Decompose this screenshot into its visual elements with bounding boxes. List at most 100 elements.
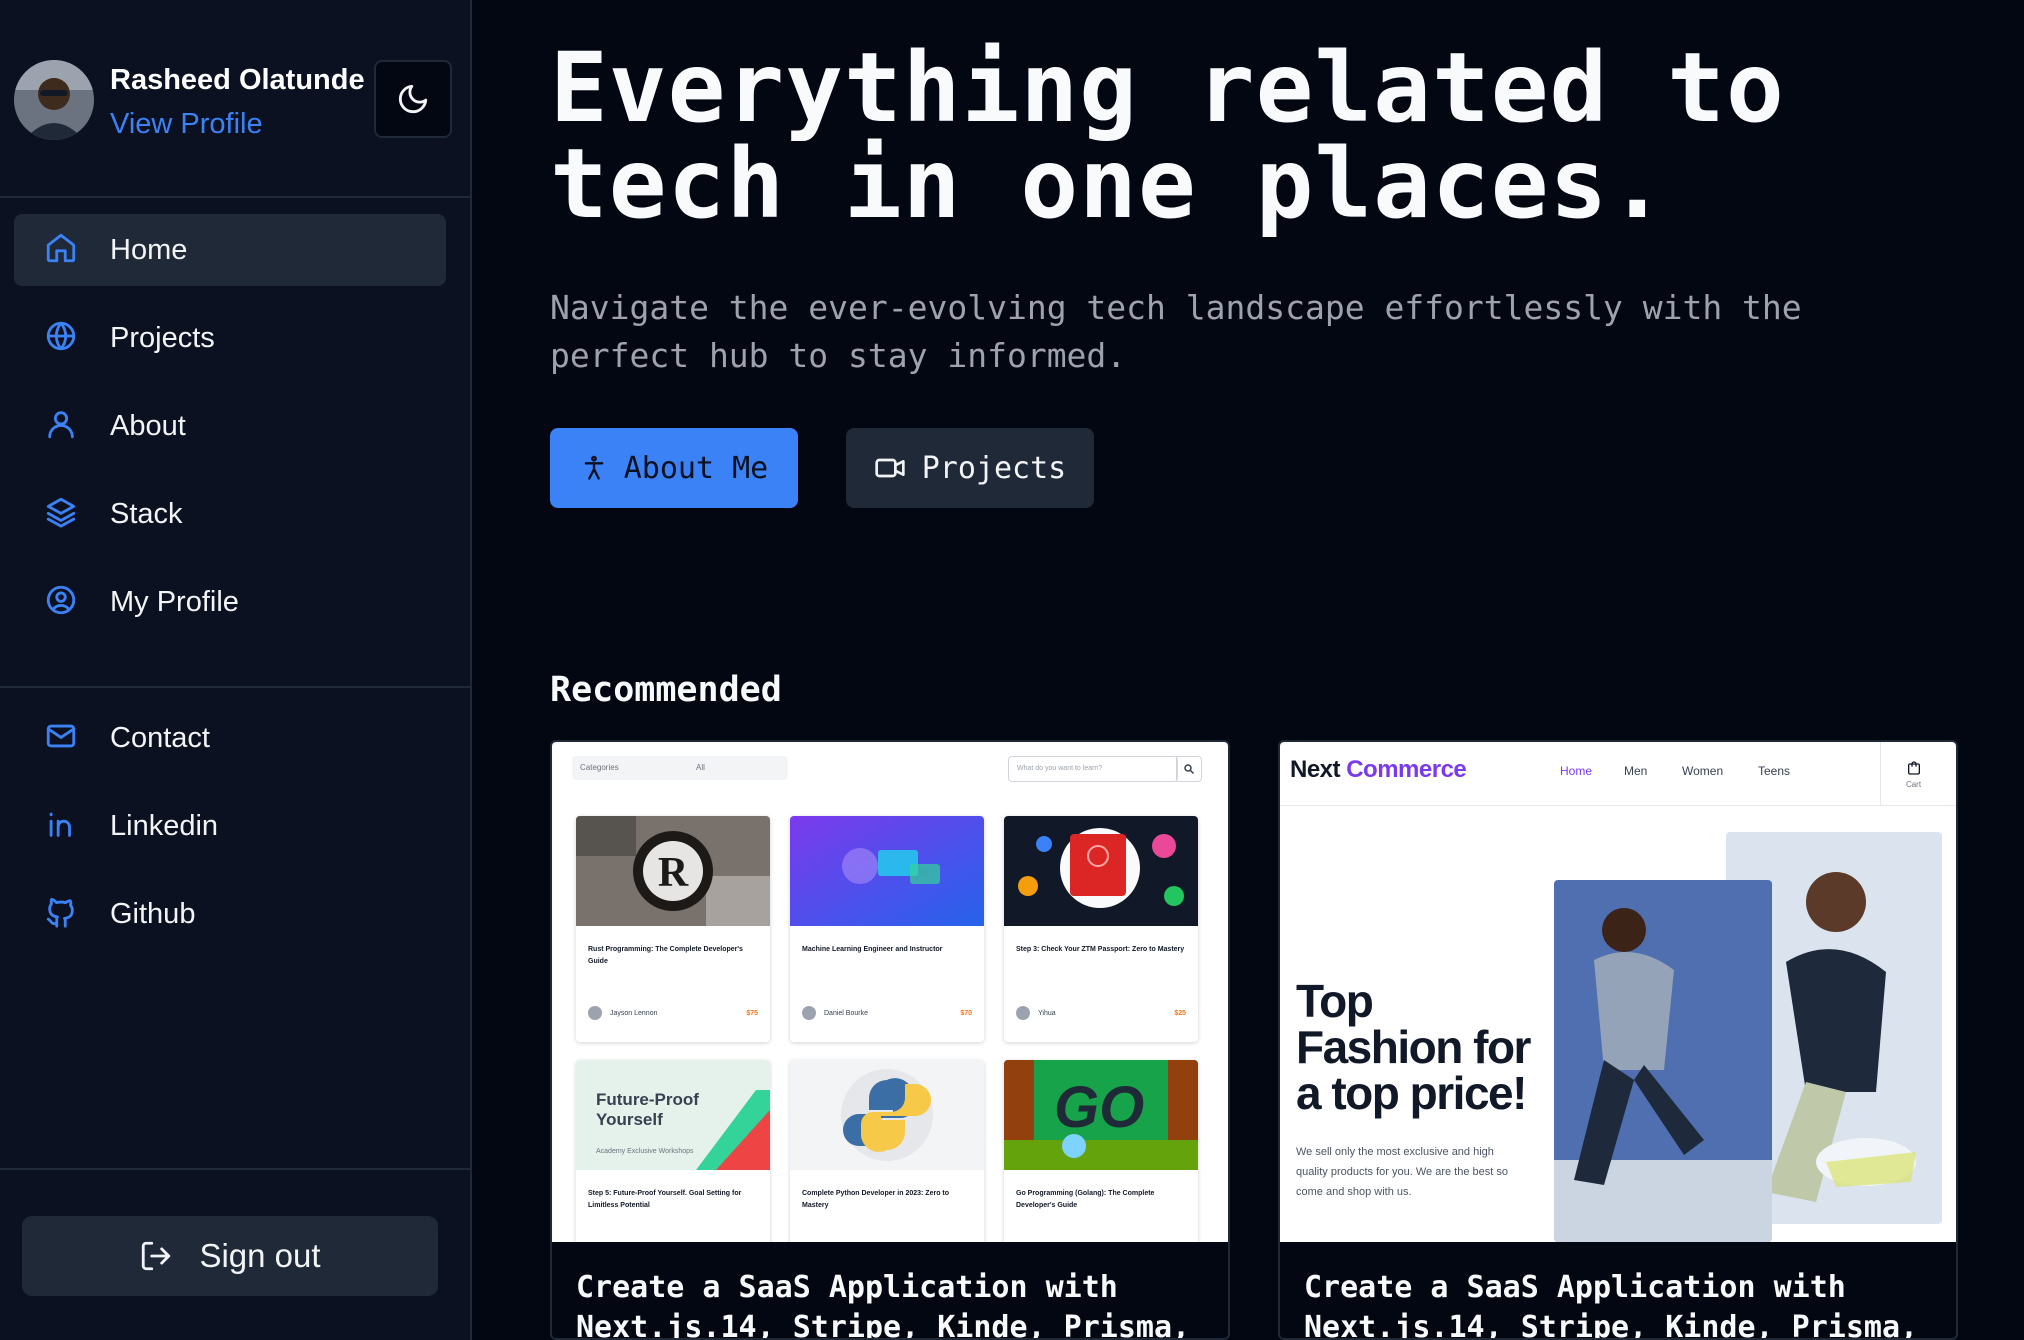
hero-subtitle: Navigate the ever-evolving tech landscap…	[550, 288, 1802, 375]
commerce-nav-home: Home	[1560, 764, 1593, 778]
layers-icon	[46, 497, 76, 528]
card-thumbnail: Categories All What do you want to learn…	[552, 742, 1228, 1242]
card-title: Create a SaaS Application with Next.js.1…	[576, 1270, 1191, 1340]
course-card: GO Go Programming (Golang): The Complete…	[1004, 1060, 1198, 1242]
video-icon	[875, 458, 905, 478]
commerce-description: We sell only the most exclusive and high…	[1296, 1146, 1508, 1198]
sidebar-item-label: My Profile	[110, 585, 239, 618]
course-price: $25	[1174, 1010, 1186, 1017]
log-out-icon	[142, 1241, 171, 1271]
main-content: Everything related to tech in one places…	[472, 0, 2024, 1340]
search-icon	[1176, 756, 1202, 782]
commerce-logo: Next Commerce	[1290, 756, 1467, 784]
home-icon	[46, 233, 76, 263]
future-proof-caption: Academy Exclusive Workshops	[596, 1148, 694, 1155]
commerce-headline: Top Fashion for a top price!	[1296, 975, 1531, 1119]
linkedin-icon	[49, 812, 71, 837]
sidebar-divider	[0, 686, 470, 688]
view-profile-link[interactable]: View Profile	[110, 108, 263, 141]
commerce-nav-women: Women	[1682, 764, 1724, 778]
course-card: R Rust Programming: The Complete Develop…	[576, 816, 770, 1042]
sidebar-item-home[interactable]: Home	[14, 214, 446, 286]
sidebar-item-label: Github	[110, 897, 196, 930]
recommended-card[interactable]: Categories All What do you want to learn…	[550, 740, 1230, 1340]
course-name: Machine Learning Engineer and Instructor	[802, 946, 943, 953]
about-me-button[interactable]: About Me	[550, 428, 798, 508]
recommended-card[interactable]: Next Commerce Home Men Women Teens Cart …	[1278, 740, 1958, 1340]
future-proof-heading: Future-Proof Yourself	[596, 1090, 699, 1129]
shopping-bag-icon	[1907, 760, 1920, 775]
sidebar-item-github[interactable]: Github	[14, 878, 446, 950]
theme-toggle-button[interactable]	[374, 60, 452, 138]
course-author: Yihua	[1038, 1010, 1056, 1017]
secondary-nav: Contact Linkedin Github	[14, 702, 446, 966]
sidebar-item-my-profile[interactable]: My Profile	[14, 566, 446, 638]
sign-out-button[interactable]: Sign out	[22, 1216, 438, 1296]
globe-icon	[46, 321, 76, 351]
sidebar-item-label: Contact	[110, 721, 210, 754]
course-search-input: What do you want to learn?	[1008, 756, 1178, 782]
sidebar-item-about[interactable]: About	[14, 390, 446, 462]
course-card: Future-Proof Yourself Academy Exclusive …	[576, 1060, 770, 1242]
instructor-avatar	[1016, 1006, 1030, 1020]
machine-learning-image	[790, 816, 984, 926]
sidebar-item-label: Home	[110, 233, 188, 266]
course-name: Step 5: Future-Proof Yourself. Goal Sett…	[588, 1190, 742, 1209]
course-card: Complete Python Developer in 2023: Zero …	[790, 1060, 984, 1242]
moon-icon	[398, 84, 428, 114]
sidebar-item-stack[interactable]: Stack	[14, 478, 446, 550]
course-author: Jayson Lennon	[610, 1010, 658, 1017]
instructor-avatar	[802, 1006, 816, 1020]
course-price: $70	[960, 1010, 972, 1017]
sidebar-item-projects[interactable]: Projects	[14, 302, 446, 374]
svg-text:R: R	[658, 850, 689, 896]
user-circle-icon	[46, 585, 76, 615]
model-photo	[1554, 880, 1772, 1242]
primary-nav: Home Projects About Stack My Profile	[14, 214, 446, 654]
mail-icon	[46, 724, 76, 748]
course-name: Step 3: Check Your ZTM Passport: Zero to…	[1016, 946, 1185, 953]
logo-accent-text: Commerce	[1346, 756, 1467, 783]
sign-out-label: Sign out	[199, 1237, 321, 1274]
projects-button[interactable]: Projects	[846, 428, 1094, 508]
course-author: Daniel Bourke	[824, 1010, 868, 1017]
accessibility-icon	[584, 455, 604, 480]
instructor-avatar	[588, 1006, 602, 1020]
course-price: $75	[746, 1010, 758, 1017]
go-logo-image: GO	[1004, 1060, 1198, 1170]
sidebar-item-label: Stack	[110, 497, 183, 530]
sidebar-item-contact[interactable]: Contact	[14, 702, 446, 774]
cart-button: Cart	[1880, 742, 1946, 806]
cart-label: Cart	[1905, 779, 1922, 789]
course-name: Go Programming (Golang): The Complete De…	[1016, 1190, 1155, 1209]
sidebar-item-label: Linkedin	[110, 809, 219, 842]
commerce-header: Next Commerce Home Men Women Teens Cart	[1280, 742, 1956, 806]
commerce-nav-teens: Teens	[1758, 764, 1791, 778]
go-logo-text: GO	[1054, 1075, 1145, 1140]
profile-block: Rasheed Olatunde View Profile	[14, 60, 454, 142]
github-icon	[46, 897, 74, 928]
logo-text: Next	[1290, 756, 1341, 783]
course-name: Complete Python Developer in 2023: Zero …	[802, 1190, 950, 1209]
sidebar: Rasheed Olatunde View Profile Home Proje…	[0, 0, 472, 1340]
sidebar-item-label: Projects	[110, 321, 215, 354]
avatar[interactable]	[14, 60, 94, 140]
filter-select: All	[688, 756, 788, 780]
sidebar-item-label: About	[110, 409, 186, 442]
projects-label: Projects	[921, 450, 1067, 486]
commerce-nav-men: Men	[1624, 764, 1648, 778]
course-name: Rust Programming: The Complete Developer…	[588, 946, 743, 965]
sidebar-divider	[0, 196, 470, 198]
sidebar-divider	[0, 1168, 470, 1170]
user-icon	[48, 411, 74, 439]
hero-title: Everything related to tech in one places…	[550, 32, 1785, 240]
profile-name: Rasheed Olatunde	[110, 64, 365, 96]
card-title: Create a SaaS Application with Next.js.1…	[1304, 1270, 1919, 1340]
about-me-label: About Me	[623, 450, 769, 486]
recommended-heading: Recommended	[550, 670, 782, 710]
sidebar-item-linkedin[interactable]: Linkedin	[14, 790, 446, 862]
category-select: Categories	[572, 756, 694, 780]
python-logo-image	[790, 1060, 984, 1170]
rust-logo-image: R	[576, 816, 770, 926]
course-card: Machine Learning Engineer and Instructor…	[790, 816, 984, 1042]
